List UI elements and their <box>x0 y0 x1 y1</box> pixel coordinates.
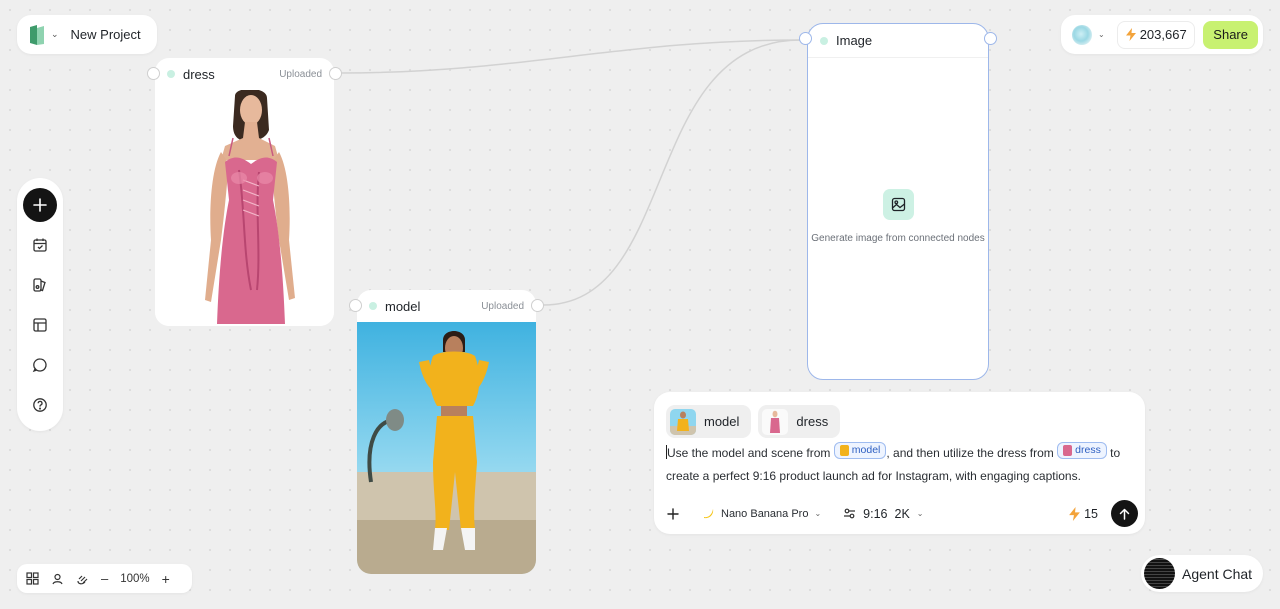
prompt-input[interactable]: Use the model and scene from model , and … <box>666 442 1136 488</box>
help-icon <box>33 398 47 412</box>
ratio-selector[interactable]: 9:16 2K ⌄ <box>843 506 924 521</box>
node-status: Uploaded <box>481 300 524 312</box>
node-header[interactable]: dress Uploaded <box>155 58 334 90</box>
send-button[interactable] <box>1111 500 1138 527</box>
model-selector[interactable]: Nano Banana Pro ⌄ <box>702 507 821 520</box>
input-port[interactable] <box>147 67 160 80</box>
chip-label: model <box>704 414 740 429</box>
prompt-text-part: Use the model and scene from <box>667 446 831 460</box>
tasks-button[interactable] <box>23 228 57 262</box>
node-title: Image <box>836 33 873 48</box>
app-logo-icon <box>29 24 45 46</box>
dress-thumbnail <box>762 408 789 435</box>
resolution: 2K <box>894 506 910 521</box>
credits-count: 203,667 <box>1139 27 1187 42</box>
prompt-text-part: , and then utilize the dress from <box>886 446 1054 460</box>
chevron-down-icon[interactable]: ⌄ <box>1098 30 1105 39</box>
generation-cost: 15 <box>1068 506 1098 521</box>
node-status: Uploaded <box>279 68 322 80</box>
arrow-up-icon <box>1119 508 1130 520</box>
minimap-icon[interactable] <box>26 572 39 585</box>
reference-chips: model dress <box>666 405 841 438</box>
node-header[interactable]: Image <box>808 24 988 58</box>
input-port[interactable] <box>799 32 812 45</box>
share-button[interactable]: Share <box>1203 20 1258 49</box>
node-title: model <box>385 298 421 314</box>
input-port[interactable] <box>349 299 362 312</box>
model-name: Nano Banana Pro <box>721 507 809 520</box>
mention-model[interactable]: model <box>833 442 887 459</box>
prompt-toolbar: Nano Banana Pro ⌄ 9:16 2K ⌄ 15 <box>666 500 1138 527</box>
image-placeholder-icon[interactable] <box>883 189 914 220</box>
dress-mini-icon <box>1063 445 1073 456</box>
node-title: dress <box>183 66 215 82</box>
plus-icon <box>33 198 47 212</box>
chevron-down-icon: ⌄ <box>814 509 822 518</box>
hand-icon[interactable] <box>76 572 89 585</box>
mention-dress[interactable]: dress <box>1057 442 1107 459</box>
zoom-level: 100% <box>120 572 150 585</box>
agent-avatar <box>1144 558 1175 589</box>
lightning-icon <box>1069 506 1080 521</box>
chat-bubble-icon <box>32 358 47 373</box>
chip-label: dress <box>796 414 829 429</box>
lightning-icon <box>1125 28 1136 41</box>
node-status-dot <box>167 70 175 78</box>
chevron-down-icon[interactable]: ⌄ <box>51 29 59 40</box>
assets-icon <box>33 278 46 292</box>
prompt-panel: model dress Use the model and scene from… <box>654 392 1145 534</box>
add-node-button[interactable] <box>23 188 57 222</box>
project-name[interactable]: New Project <box>71 27 141 42</box>
top-right-bar: ⌄ 203,667 Share <box>1061 15 1263 54</box>
zoom-out-button[interactable]: – <box>101 571 108 586</box>
assets-button[interactable] <box>23 268 57 302</box>
agent-chat-button[interactable]: Agent Chat <box>1141 555 1263 592</box>
agent-chat-label: Agent Chat <box>1182 565 1253 582</box>
add-attachment-button[interactable] <box>666 507 680 520</box>
node-model[interactable]: model Uploaded <box>349 290 544 574</box>
user-avatar[interactable] <box>1072 24 1092 45</box>
cost-value: 15 <box>1084 506 1098 521</box>
zoom-bar: – 100% + <box>17 564 192 593</box>
model-mini-icon <box>839 445 849 456</box>
output-port[interactable] <box>329 67 342 80</box>
help-button[interactable] <box>23 388 57 422</box>
layout-button[interactable] <box>23 308 57 342</box>
chip-dress[interactable]: dress <box>758 405 841 438</box>
model-image <box>357 322 536 574</box>
edge-model-to-image <box>542 39 802 306</box>
aspect-ratio: 9:16 <box>863 506 888 521</box>
chat-button[interactable] <box>23 348 57 382</box>
generate-hint: Generate image from connected nodes <box>811 233 985 244</box>
plus-icon <box>667 507 679 520</box>
node-status-dot <box>369 302 377 310</box>
chevron-down-icon: ⌄ <box>916 509 924 518</box>
user-pin-icon[interactable] <box>51 572 64 585</box>
left-toolbar <box>17 178 63 431</box>
dress-image <box>155 90 334 326</box>
chip-model[interactable]: model <box>666 405 752 438</box>
mention-label: model <box>851 444 881 456</box>
output-port[interactable] <box>531 299 544 312</box>
zoom-in-button[interactable]: + <box>162 571 170 587</box>
node-dress[interactable]: dress Uploaded <box>147 58 342 326</box>
credits-display[interactable]: 203,667 <box>1116 20 1195 49</box>
node-status-dot <box>820 36 828 45</box>
output-port[interactable] <box>984 32 997 45</box>
banana-icon <box>704 509 714 519</box>
project-bar[interactable]: ⌄ New Project <box>17 15 157 54</box>
node-image[interactable]: Image Generate image from connected node… <box>799 23 997 380</box>
mention-label: dress <box>1075 444 1101 456</box>
settings-sliders-icon <box>844 508 856 519</box>
layout-icon <box>33 318 47 332</box>
node-header[interactable]: model Uploaded <box>357 290 536 322</box>
calendar-check-icon <box>33 238 47 252</box>
model-thumbnail <box>670 408 696 435</box>
edge-dress-to-image <box>340 39 802 74</box>
